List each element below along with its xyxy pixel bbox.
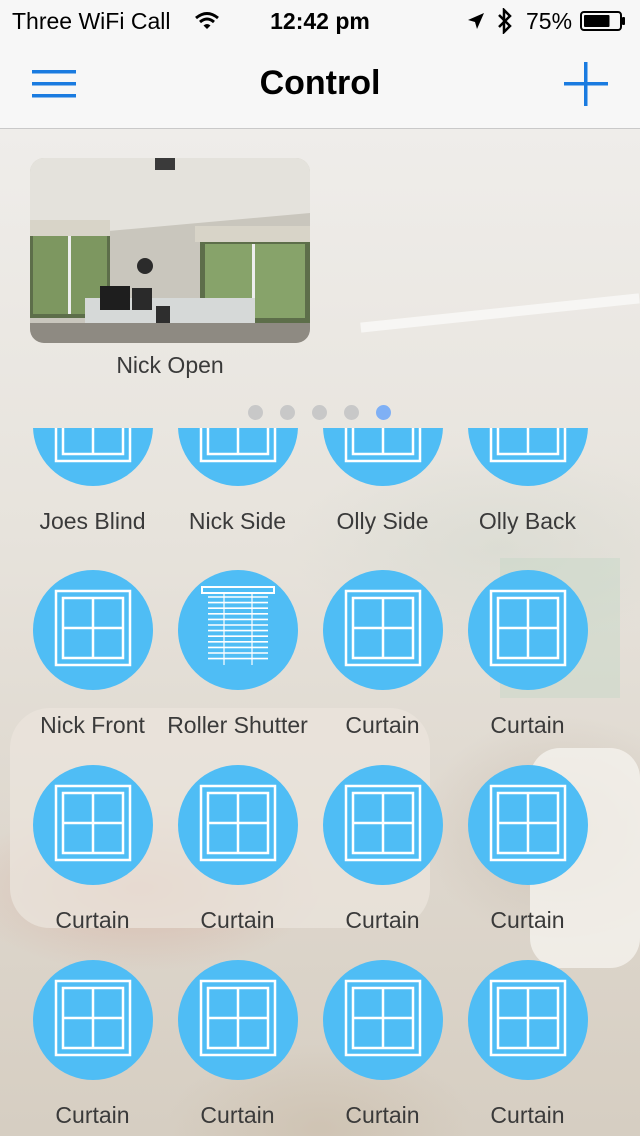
- device-label: Curtain: [200, 1102, 275, 1128]
- page-title: Control: [259, 64, 381, 102]
- page-dot[interactable]: [344, 405, 359, 420]
- bluetooth-icon: [496, 6, 514, 40]
- room-photo-image: [30, 158, 310, 343]
- scene-label: Nick Open: [116, 352, 224, 378]
- device-tile[interactable]: Curtain: [310, 570, 455, 765]
- status-bar: Three WiFi Call 12:42 pm 75%: [0, 0, 640, 40]
- device-tile[interactable]: Curtain: [310, 765, 455, 960]
- device-label: Roller Shutter: [167, 712, 308, 738]
- window-icon: [198, 428, 278, 469]
- navigation-bar: Control: [0, 40, 640, 129]
- device-tile[interactable]: Olly Side: [310, 428, 455, 561]
- window-icon: [343, 428, 423, 469]
- device-button[interactable]: [323, 428, 443, 486]
- window-icon: [488, 588, 568, 673]
- window-icon: [488, 978, 568, 1063]
- device-button[interactable]: [33, 570, 153, 690]
- window-icon: [343, 978, 423, 1063]
- device-button[interactable]: [178, 570, 298, 690]
- device-button[interactable]: [178, 960, 298, 1080]
- device-label: Nick Front: [40, 712, 145, 738]
- window-icon: [198, 783, 278, 868]
- page-dot[interactable]: [248, 405, 263, 420]
- roller-shutter-icon: [198, 583, 278, 678]
- window-icon: [53, 978, 133, 1063]
- device-tile[interactable]: Curtain: [455, 765, 600, 960]
- device-button[interactable]: [33, 960, 153, 1080]
- device-button[interactable]: [33, 765, 153, 885]
- device-tile[interactable]: Curtain: [165, 765, 310, 960]
- device-tile[interactable]: Curtain: [310, 960, 455, 1136]
- device-button[interactable]: [323, 570, 443, 690]
- page-dot[interactable]: [376, 405, 391, 420]
- device-tile[interactable]: Joes Blind: [20, 428, 165, 561]
- device-label: Curtain: [345, 712, 420, 738]
- device-tile[interactable]: Curtain: [165, 960, 310, 1136]
- window-icon: [343, 783, 423, 868]
- device-tile[interactable]: Nick Front: [20, 570, 165, 765]
- device-button[interactable]: [33, 428, 153, 486]
- window-icon: [343, 588, 423, 673]
- battery-icon: [580, 10, 626, 31]
- device-grid: Joes Blind Nick Side Olly Side Olly Back Nic…: [0, 428, 640, 1136]
- window-icon: [53, 428, 133, 469]
- device-label: Nick Side: [188, 508, 287, 534]
- device-button[interactable]: [468, 960, 588, 1080]
- device-button[interactable]: [468, 765, 588, 885]
- device-button[interactable]: [468, 428, 588, 486]
- device-label: Curtain: [490, 712, 565, 738]
- window-icon: [53, 783, 133, 868]
- device-label: Curtain: [490, 1102, 565, 1128]
- device-tile[interactable]: Olly Back: [455, 428, 600, 561]
- add-button[interactable]: [560, 58, 612, 110]
- page-dot[interactable]: [312, 405, 327, 420]
- device-label: Olly Back: [478, 508, 577, 534]
- plus-icon: [564, 62, 608, 106]
- device-tile[interactable]: Curtain: [20, 765, 165, 960]
- device-button[interactable]: [178, 428, 298, 486]
- device-label: Curtain: [345, 907, 420, 933]
- device-button[interactable]: [323, 765, 443, 885]
- device-label: Joes Blind: [39, 508, 146, 534]
- device-label: Curtain: [55, 1102, 130, 1128]
- window-icon: [488, 783, 568, 868]
- device-button[interactable]: [323, 960, 443, 1080]
- device-label: Curtain: [490, 907, 565, 933]
- page-dot[interactable]: [280, 405, 295, 420]
- device-tile[interactable]: Curtain: [20, 960, 165, 1136]
- scene-card-thumbnail[interactable]: [30, 158, 310, 343]
- battery-percent: 75%: [526, 8, 573, 34]
- device-tile[interactable]: Nick Side: [165, 428, 310, 561]
- device-label: Curtain: [200, 907, 275, 933]
- window-icon: [488, 428, 568, 469]
- device-button[interactable]: [178, 765, 298, 885]
- device-tile[interactable]: Curtain: [455, 570, 600, 765]
- window-icon: [53, 588, 133, 673]
- device-button[interactable]: [468, 570, 588, 690]
- device-label: Curtain: [55, 907, 130, 933]
- window-icon: [198, 978, 278, 1063]
- device-tile[interactable]: Roller Shutter: [165, 570, 310, 765]
- location-arrow-icon: [466, 10, 486, 37]
- device-tile[interactable]: Curtain: [455, 960, 600, 1136]
- device-label: Curtain: [345, 1102, 420, 1128]
- device-label: Olly Side: [336, 508, 429, 534]
